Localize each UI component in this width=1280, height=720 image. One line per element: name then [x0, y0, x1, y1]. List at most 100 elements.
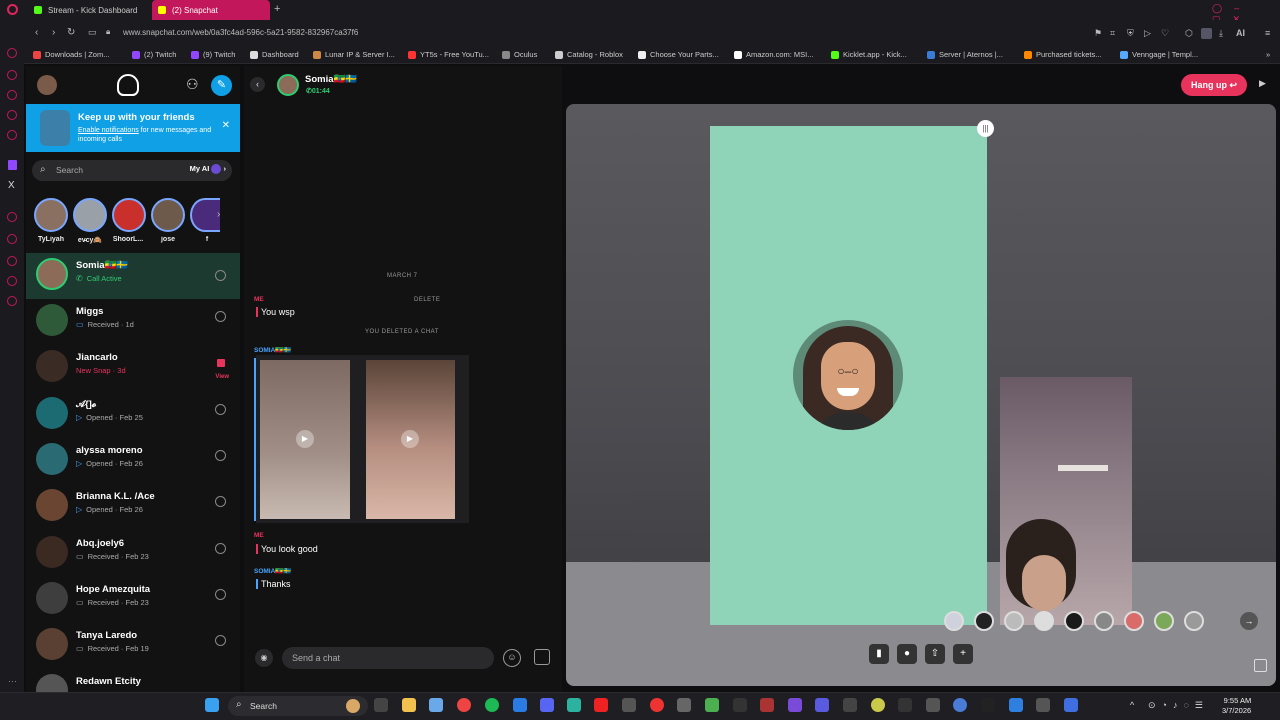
camera-icon[interactable]: ▭: [88, 27, 97, 38]
lock-icon[interactable]: 🔒︎: [106, 27, 110, 37]
list-item[interactable]: Redawn Etcity: [26, 669, 240, 692]
taskbar-app-icon[interactable]: [871, 698, 885, 712]
enable-notifications-link[interactable]: Enable notifications: [78, 127, 139, 134]
lens-button[interactable]: [974, 611, 994, 631]
youtube-icon[interactable]: [594, 698, 608, 712]
taskbar-app-icon[interactable]: [1036, 698, 1050, 712]
lens-next-button[interactable]: →: [1240, 612, 1258, 630]
view-button[interactable]: View: [215, 374, 229, 380]
taskbar-app-icon[interactable]: [953, 698, 967, 712]
tab-kick-dashboard[interactable]: Stream - Kick Dashboard: [28, 0, 152, 20]
sidebar-app-icon[interactable]: [7, 90, 17, 100]
ai-button[interactable]: AI: [1236, 28, 1245, 38]
sidebar-app-icon[interactable]: [7, 130, 17, 140]
bookmark-item[interactable]: Downloads | Zom...: [33, 50, 109, 59]
taskbar-search[interactable]: ⌕ Search: [228, 696, 368, 716]
shield-icon[interactable]: ⛨: [1127, 28, 1134, 39]
bookmark-item[interactable]: Purchased tickets...: [1024, 50, 1101, 59]
avatar[interactable]: [277, 74, 299, 96]
story-bubble[interactable]: [151, 198, 185, 232]
minecraft-icon[interactable]: [705, 698, 719, 712]
twitch-icon[interactable]: [8, 160, 17, 170]
camera-icon[interactable]: [215, 589, 226, 600]
chat-input[interactable]: Send a chat: [282, 647, 494, 669]
back-button[interactable]: ‹: [250, 77, 265, 92]
lens-button[interactable]: [1004, 611, 1024, 631]
collapse-call-icon[interactable]: ▶: [1259, 78, 1266, 89]
opera-logo-icon[interactable]: [7, 4, 18, 15]
list-item[interactable]: alyssa moreno ▷ Opened · Feb 26: [26, 438, 240, 484]
sidebar-app-icon[interactable]: [7, 212, 17, 222]
file-explorer-icon[interactable]: [402, 698, 416, 712]
taskbar-app-icon[interactable]: [677, 698, 691, 712]
taskbar-app-icon[interactable]: [733, 698, 747, 712]
windows-start-icon[interactable]: [205, 698, 219, 712]
taskbar-app-icon[interactable]: [374, 698, 388, 712]
video-toggle-button[interactable]: ▮: [869, 644, 889, 664]
video-snap-thumbnail[interactable]: ▶: [366, 360, 455, 519]
my-ai-button[interactable]: My AI ›: [190, 164, 226, 175]
sticker-icon[interactable]: [534, 649, 550, 665]
mic-toggle-button[interactable]: ●: [897, 644, 917, 664]
user-avatar[interactable]: [37, 75, 57, 95]
bookmark-item[interactable]: Server | Aternos |...: [927, 50, 1003, 59]
bookmark-item[interactable]: Catalog - Roblox: [555, 50, 623, 59]
story-bubble[interactable]: [112, 198, 146, 232]
sidebar-app-icon[interactable]: [7, 296, 17, 306]
delete-button[interactable]: DELETE: [414, 297, 440, 303]
bookmark-item[interactable]: Dashboard: [250, 50, 299, 59]
x-icon[interactable]: X: [8, 180, 15, 191]
back-icon[interactable]: ‹: [35, 27, 38, 38]
list-item[interactable]: Abq.joely6 ▭ Received · Feb 23: [26, 531, 240, 577]
video-snap-thumbnail[interactable]: ▶: [260, 360, 350, 519]
bookmark-item[interactable]: Venngage | Templ...: [1120, 50, 1198, 59]
lens-button[interactable]: [1154, 611, 1174, 631]
bookmarks-more-icon[interactable]: »: [1266, 50, 1270, 59]
discord-icon[interactable]: [540, 698, 554, 712]
taskbar-app-icon[interactable]: [1009, 698, 1023, 712]
picture-in-picture-icon[interactable]: [1254, 659, 1267, 672]
lens-button[interactable]: [944, 611, 964, 631]
bookmark-icon[interactable]: ⚑: [1094, 28, 1102, 39]
sidebar-app-icon[interactable]: [7, 110, 17, 120]
taskbar-app-icon[interactable]: [898, 698, 912, 712]
extensions-icon[interactable]: ⬡: [1185, 28, 1193, 39]
forward-icon[interactable]: ›: [52, 27, 55, 38]
camera-button[interactable]: ◉: [255, 649, 273, 667]
lens-button[interactable]: [1034, 611, 1054, 631]
taskbar-app-icon[interactable]: [815, 698, 829, 712]
sidebar-app-icon[interactable]: [7, 234, 17, 244]
new-tab-button[interactable]: +: [274, 3, 280, 15]
bookmark-item[interactable]: Oculus: [502, 50, 537, 59]
lens-button[interactable]: [1184, 611, 1204, 631]
taskbar-app-icon[interactable]: [650, 698, 664, 712]
profile-icon[interactable]: [1201, 28, 1212, 39]
tray-chevron-icon[interactable]: ^: [1130, 700, 1134, 710]
chat-contact-name[interactable]: Somia🇪🇹🇸🇪: [305, 74, 357, 85]
sidebar-more-icon[interactable]: ⋯: [8, 676, 17, 687]
reload-icon[interactable]: ↻: [67, 27, 75, 38]
play-icon[interactable]: ▷: [1144, 28, 1151, 39]
story-bubble[interactable]: [73, 198, 107, 232]
bookmark-item[interactable]: Amazon.com: MSI...: [734, 50, 814, 59]
sidebar-app-icon[interactable]: [7, 276, 17, 286]
hang-up-button[interactable]: Hang up ↩: [1181, 74, 1247, 96]
taskbar-app-icon[interactable]: [981, 698, 995, 712]
bookmark-item[interactable]: Lunar IP & Server I...: [313, 50, 395, 59]
taskbar-app-icon[interactable]: [926, 698, 940, 712]
search-input[interactable]: ⌕ Search My AI ›: [32, 160, 232, 181]
lens-button[interactable]: [1124, 611, 1144, 631]
self-camera-tile[interactable]: [1000, 377, 1132, 625]
snapchat-ghost-icon[interactable]: [117, 74, 139, 96]
taskbar-clock[interactable]: 9:55 AM 3/7/2026: [1222, 696, 1251, 716]
lens-button[interactable]: [1094, 611, 1114, 631]
list-item[interactable]: Jiancarlo New Snap · 3d View: [26, 345, 240, 391]
add-participant-button[interactable]: +: [953, 644, 973, 664]
sidebar-app-icon[interactable]: [7, 48, 17, 58]
camera-icon[interactable]: [215, 450, 226, 461]
menu-icon[interactable]: ≡: [1265, 28, 1270, 38]
list-item[interactable]: Hope Amezquita ▭ Received · Feb 23: [26, 577, 240, 623]
camera-icon[interactable]: [215, 404, 226, 415]
taskbar-app-icon[interactable]: [429, 698, 443, 712]
tray-icons[interactable]: ⊙◔♪◌☰: [1148, 700, 1209, 711]
